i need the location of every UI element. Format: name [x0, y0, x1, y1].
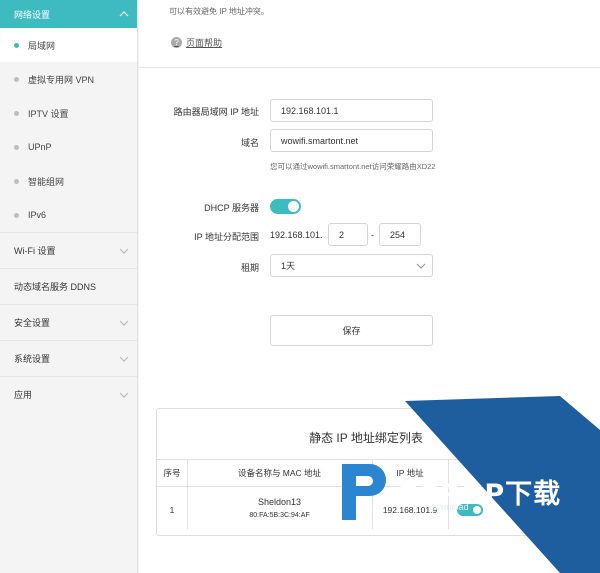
sidebar-item-label: 虚拟专用网 VPN — [28, 74, 95, 85]
bullet-icon — [14, 42, 19, 48]
pcpop-logo-icon — [334, 460, 390, 524]
lan-ip-value: 192.168.101.1 — [281, 105, 339, 116]
sidebar-item-vpn[interactable]: 虚拟专用网 VPN — [0, 62, 137, 96]
domain-hint: 您可以通过wowifi.smartont.net访问荣耀路由XD22 — [270, 162, 436, 171]
toggle-knob — [288, 201, 299, 212]
row-index: 1 — [169, 505, 175, 515]
sidebar-group-wifi[interactable]: Wi-Fi 设置 — [0, 232, 137, 268]
ip-range-start-input[interactable]: 2 — [328, 223, 368, 246]
sidebar-group-label: 安全设置 — [14, 318, 51, 328]
sidebar-item-upnp[interactable]: UPnP — [0, 130, 137, 164]
chevron-down-icon — [119, 247, 129, 255]
sidebar-item-label: 智能组网 — [28, 176, 65, 187]
sidebar-group-label: 应用 — [14, 390, 33, 400]
page-help-link[interactable]: ? 页面帮助 — [171, 36, 222, 49]
ip-range-start-value: 2 — [339, 229, 345, 240]
sidebar-item-label: 局域网 — [28, 40, 56, 51]
sidebar-item-label: UPnP — [28, 142, 52, 152]
lease-select[interactable]: 1天 — [270, 254, 433, 277]
ip-range-end-value: 254 — [390, 229, 406, 240]
sidebar: 网络设置 局域网 虚拟专用网 VPN IPTV 设置 UPnP 智能组网 IPv… — [0, 0, 138, 573]
sidebar-item-mesh[interactable]: 智能组网 — [0, 164, 137, 198]
sidebar-group-system[interactable]: 系统设置 — [0, 340, 137, 376]
lease-value: 1天 — [281, 261, 296, 271]
bullet-icon — [14, 76, 19, 82]
divider — [139, 67, 600, 68]
chevron-down-icon — [119, 319, 129, 327]
bullet-icon — [14, 144, 19, 150]
sidebar-section-label: 网络设置 — [14, 9, 51, 20]
ip-range-prefix: 192.168.101. — [270, 230, 323, 240]
chevron-down-icon — [119, 355, 129, 363]
page-help-label: 页面帮助 — [186, 38, 223, 48]
domain-value: wowifi.smartont.net — [281, 135, 359, 146]
ip-range-end-input[interactable]: 254 — [379, 223, 421, 246]
ip-range-separator: - — [371, 230, 374, 240]
sidebar-group-label: 系统设置 — [14, 354, 51, 364]
dhcp-label: DHCP 服务器 — [204, 203, 259, 213]
lan-ip-label: 路由器局域网 IP 地址 — [173, 107, 259, 117]
notice-text: 可以有效避免 IP 地址冲突。 — [169, 7, 269, 16]
sidebar-item-lan[interactable]: 局域网 — [0, 28, 137, 62]
chevron-up-icon — [119, 10, 129, 18]
sidebar-group-apps[interactable]: 应用 — [0, 376, 137, 412]
sidebar-group-label: Wi-Fi 设置 — [14, 246, 56, 256]
save-button[interactable]: 保存 — [270, 315, 433, 346]
sidebar-item-label: IPv6 — [28, 210, 47, 220]
dhcp-toggle[interactable] — [270, 199, 301, 214]
sidebar-group-label: 动态域名服务 DDNS — [14, 282, 97, 292]
lan-ip-input[interactable]: 192.168.101.1 — [270, 99, 433, 122]
static-table-title: 静态 IP 地址绑定列表 — [309, 431, 423, 445]
watermark-brand: PCPOP下载 — [398, 479, 562, 510]
lease-label: 租期 — [240, 263, 259, 273]
sidebar-item-ipv6[interactable]: IPv6 — [0, 198, 137, 232]
sidebar-group-ddns[interactable]: 动态域名服务 DDNS — [0, 268, 137, 304]
domain-label: 域名 — [240, 138, 259, 148]
ip-range-label: IP 地址分配范围 — [194, 232, 259, 242]
chevron-down-icon — [416, 262, 426, 272]
bullet-icon — [14, 178, 19, 184]
sidebar-item-iptv[interactable]: IPTV 设置 — [0, 96, 137, 130]
bullet-icon — [14, 110, 19, 116]
help-icon: ? — [171, 37, 182, 48]
domain-input[interactable]: wowifi.smartont.net — [270, 129, 433, 152]
chevron-down-icon — [119, 391, 129, 399]
sidebar-item-label: IPTV 设置 — [28, 108, 69, 119]
bullet-icon — [14, 212, 19, 218]
sidebar-section-network[interactable]: 网络设置 — [0, 0, 137, 28]
sidebar-group-security[interactable]: 安全设置 — [0, 304, 137, 340]
save-button-label: 保存 — [342, 326, 361, 336]
column-header-index: 序号 — [163, 468, 181, 478]
watermark-sub: download — [430, 502, 469, 512]
